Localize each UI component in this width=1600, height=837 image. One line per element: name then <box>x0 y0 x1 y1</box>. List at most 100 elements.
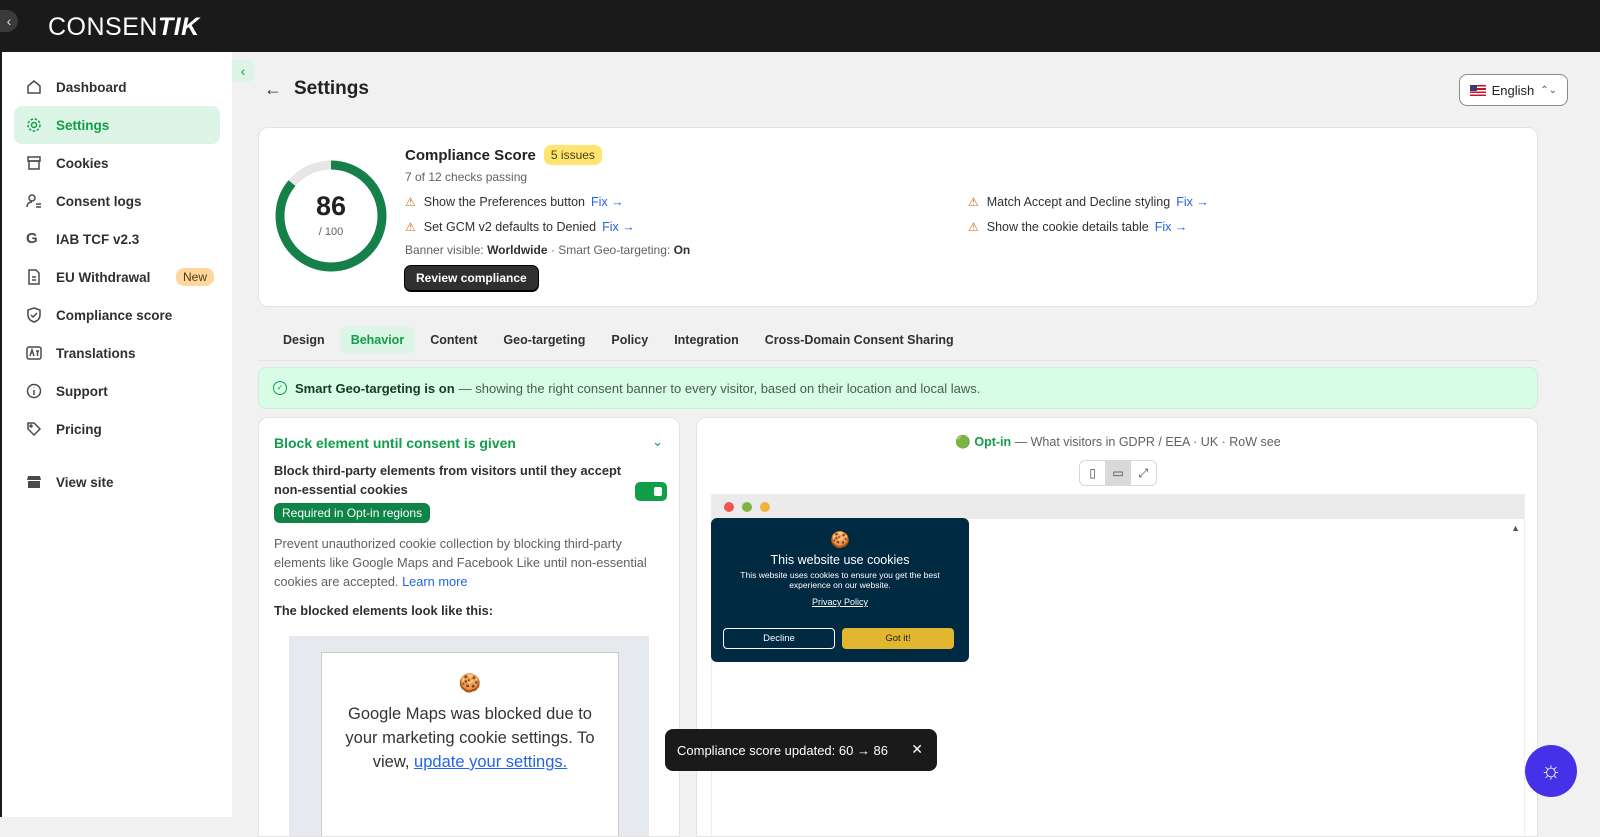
check-label: Show the Preferences button <box>423 195 585 209</box>
price-tag-icon <box>26 421 42 437</box>
translate-icon <box>26 345 42 361</box>
block-paragraph: Prevent unauthorized cookie collection b… <box>274 534 664 591</box>
main-content: ‹ ← Settings English ⌃⌄ 86 / 100 Complian… <box>232 52 1600 837</box>
score-title: Compliance Score 5 issues <box>405 145 602 165</box>
info-icon <box>26 383 42 399</box>
fix-link[interactable]: Fix → <box>591 195 624 209</box>
check-label: Match Accept and Decline styling <box>986 195 1171 209</box>
banner-title: This website use cookies <box>770 553 910 567</box>
sidebar-item-pricing[interactable]: Pricing <box>14 410 220 448</box>
score-value: 86 <box>315 191 347 221</box>
new-badge: New <box>175 268 214 286</box>
chat-launcher-button[interactable]: ☼ <box>1525 745 1577 797</box>
update-settings-link[interactable]: update your settings. <box>414 753 567 771</box>
required-badge: Required in Opt-in regions <box>274 503 431 523</box>
tab-policy[interactable]: Policy <box>600 326 659 354</box>
sidebar-item-consent-logs[interactable]: Consent logs <box>14 182 220 220</box>
banner-preview-card: 🟢 Opt-in — What visitors in GDPR / EEA ·… <box>696 417 1538 837</box>
score-max: / 100 <box>318 226 344 238</box>
sidebar: Dashboard Settings Cookies Consent logs … <box>0 52 232 817</box>
tab-cross-domain[interactable]: Cross-Domain Consent Sharing <box>754 326 965 354</box>
blocked-heading: The blocked elements look like this: <box>274 603 494 618</box>
expand-icon[interactable]: ⤢ <box>1131 461 1156 485</box>
preview-mode-label: 🟢 Opt-in — What visitors in GDPR / EEA ·… <box>955 435 1281 449</box>
close-dot <box>724 502 734 512</box>
sidebar-item-iab-tcf[interactable]: G IAB TCF v2.3 <box>14 220 220 258</box>
blocked-element-box: 🍪 Google Maps was blocked due to your ma… <box>321 652 619 836</box>
top-bar: ‹ CONSENTIK <box>0 0 1600 52</box>
tab-content[interactable]: Content <box>419 326 488 354</box>
sidebar-item-label: Consent logs <box>56 193 142 209</box>
sidebar-item-dashboard[interactable]: Dashboard <box>14 68 220 106</box>
chevron-down-icon[interactable]: ⌄ <box>652 434 663 450</box>
review-compliance-button[interactable]: Review compliance <box>404 265 539 292</box>
privacy-policy-link[interactable]: Privacy Policy <box>711 597 969 607</box>
check-circle-icon: ✓ <box>273 381 287 395</box>
sidebar-item-label: EU Withdrawal <box>56 269 151 285</box>
sidebar-item-label: Pricing <box>56 421 102 437</box>
close-icon[interactable]: ✕ <box>911 741 923 758</box>
sidebar-item-view-site[interactable]: View site <box>14 463 220 501</box>
sidebar-item-label: View site <box>56 474 114 490</box>
chevron-updown-icon: ⌃⌄ <box>1540 84 1557 96</box>
decline-button[interactable]: Decline <box>723 628 835 649</box>
sidebar-item-label: Support <box>56 383 108 399</box>
learn-more-link[interactable]: Learn more <box>402 574 467 589</box>
scroll-up-icon[interactable]: ▲ <box>1511 523 1520 533</box>
checks-summary: 7 of 12 checks passing <box>405 170 528 184</box>
check-item: ⚠ Show the Preferences button Fix → <box>405 195 624 209</box>
blocked-element-preview: 🍪 Google Maps was blocked due to your ma… <box>289 636 649 836</box>
fix-link[interactable]: Fix → <box>1155 220 1188 234</box>
cookie-icon: 🍪 <box>830 532 850 549</box>
mobile-icon[interactable]: ▯ <box>1080 461 1105 485</box>
blocked-message: Google Maps was blocked due to your mark… <box>322 702 618 774</box>
sidebar-item-label: Cookies <box>56 155 109 171</box>
check-label: Show the cookie details table <box>986 220 1149 234</box>
language-selector[interactable]: English ⌃⌄ <box>1458 74 1568 106</box>
sidebar-item-eu-withdrawal[interactable]: EU Withdrawal New <box>14 258 220 296</box>
tab-design[interactable]: Design <box>272 326 336 354</box>
fix-link[interactable]: Fix → <box>1176 195 1209 209</box>
fix-link[interactable]: Fix → <box>602 220 635 234</box>
geo-targeting-banner: ✓ Smart Geo-targeting is on — showing the… <box>258 367 1538 409</box>
maximize-dot <box>760 502 770 512</box>
tab-integration[interactable]: Integration <box>663 326 750 354</box>
warning-icon: ⚠ <box>968 220 979 234</box>
collapse-sidebar-button[interactable]: ‹ <box>0 10 18 32</box>
tab-divider <box>258 360 1538 361</box>
gear-icon <box>26 117 42 133</box>
warning-icon: ⚠ <box>968 195 979 209</box>
sidebar-item-cookies[interactable]: Cookies <box>14 144 220 182</box>
banner-value: Worldwide <box>487 243 548 257</box>
sidebar-item-settings[interactable]: Settings <box>14 106 220 144</box>
block-section-title[interactable]: Block element until consent is given <box>274 435 516 451</box>
check-label: Set GCM v2 defaults to Denied <box>423 220 597 234</box>
settings-tabs: Design Behavior Content Geo-targeting Po… <box>272 326 965 354</box>
sidebar-item-translations[interactable]: Translations <box>14 334 220 372</box>
user-list-icon <box>26 193 42 209</box>
cookie-icon: 🍪 <box>458 673 482 693</box>
desktop-icon[interactable]: ▭ <box>1105 461 1131 485</box>
sidebar-item-support[interactable]: Support <box>14 372 220 410</box>
accept-button[interactable]: Got it! <box>842 628 954 649</box>
issues-badge: 5 issues <box>543 145 602 165</box>
app-logo: CONSENTIK <box>48 13 200 41</box>
block-toggle[interactable] <box>635 482 667 501</box>
back-arrow-icon[interactable]: ← <box>264 79 282 100</box>
chevron-left-icon[interactable]: ‹ <box>232 60 254 82</box>
geo-banner-bold: Smart Geo-targeting is on <box>295 380 455 396</box>
geo-label: · Smart Geo-targeting: <box>550 243 671 257</box>
tab-geo-targeting[interactable]: Geo-targeting <box>492 326 596 354</box>
archive-icon <box>26 155 42 171</box>
browser-bar <box>712 495 1524 519</box>
block-element-card: Block element until consent is given ⌄ B… <box>258 417 680 837</box>
document-icon <box>26 269 42 285</box>
store-icon <box>26 474 42 490</box>
sidebar-item-compliance-score[interactable]: Compliance score <box>14 296 220 334</box>
cookie-banner-preview: 🍪 This website use cookies This website … <box>711 518 969 662</box>
page-header: ← Settings <box>264 78 369 100</box>
check-item: ⚠ Show the cookie details table Fix → <box>968 220 1187 234</box>
tab-behavior[interactable]: Behavior <box>339 326 416 354</box>
sidebar-item-label: Translations <box>56 345 136 361</box>
score-gauge: 86 / 100 <box>273 158 389 274</box>
